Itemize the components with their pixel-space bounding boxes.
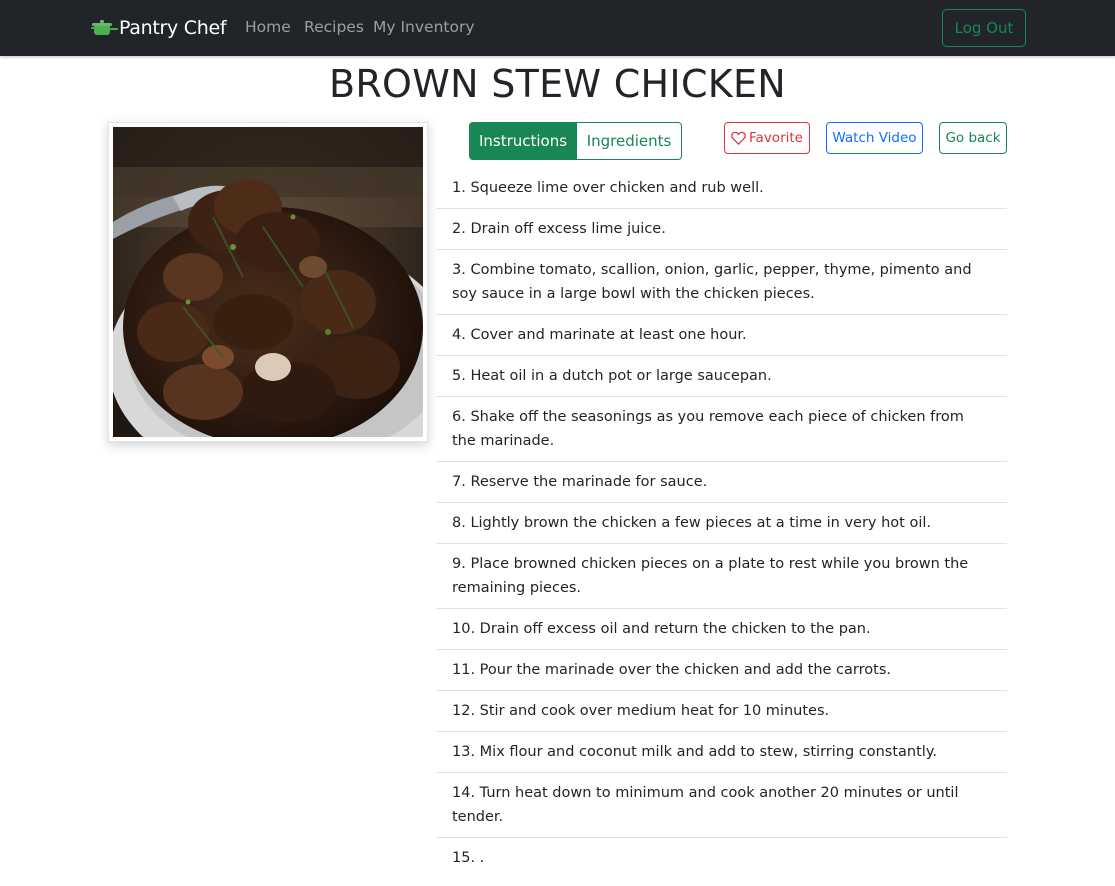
instruction-step: 7. Reserve the marinade for sauce.	[436, 462, 1007, 503]
view-toggle: Instructions Ingredients	[469, 122, 682, 160]
recipe-title: BROWN STEW CHICKEN	[328, 62, 787, 106]
instruction-step: 2. Drain off excess lime juice.	[436, 209, 1007, 250]
instruction-step: 5. Heat oil in a dutch pot or large sauc…	[436, 356, 1007, 397]
favorite-label: Favorite	[749, 130, 803, 146]
recipe-image-card	[108, 122, 428, 442]
nav-recipes[interactable]: Recipes	[304, 18, 364, 36]
go-back-button[interactable]: Go back	[939, 122, 1007, 154]
instruction-step: 13. Mix flour and coconut milk and add t…	[436, 732, 1007, 773]
heart-icon	[731, 131, 746, 145]
instruction-step: 14. Turn heat down to minimum and cook a…	[436, 773, 1007, 838]
instruction-step: 10. Drain off excess oil and return the …	[436, 609, 1007, 650]
instruction-step: 1. Squeeze lime over chicken and rub wel…	[436, 168, 1007, 209]
favorite-button[interactable]: Favorite	[724, 122, 810, 154]
instruction-step: 3. Combine tomato, scallion, onion, garl…	[436, 250, 1007, 315]
instruction-step: 15. .	[452, 850, 485, 866]
nav-my-inventory[interactable]: My Inventory	[373, 18, 475, 36]
instruction-step: 8. Lightly brown the chicken a few piece…	[436, 503, 1007, 544]
brand-name: Pantry Chef	[119, 17, 227, 39]
instructions-list: 1. Squeeze lime over chicken and rub wel…	[436, 168, 1007, 878]
tab-ingredients[interactable]: Ingredients	[577, 122, 682, 160]
watch-video-button[interactable]: Watch Video	[826, 122, 923, 154]
nav-home[interactable]: Home	[245, 18, 291, 36]
instruction-step: 6. Shake off the seasonings as you remov…	[436, 397, 1007, 462]
pot-icon	[91, 20, 118, 35]
instruction-step: 9. Place browned chicken pieces on a pla…	[436, 544, 1007, 609]
brand-link[interactable]: Pantry Chef	[91, 14, 227, 42]
tab-instructions[interactable]: Instructions	[469, 122, 577, 160]
recipe-photo	[113, 127, 423, 437]
instruction-step: 4. Cover and marinate at least one hour.	[436, 315, 1007, 356]
logout-button[interactable]: Log Out	[942, 9, 1026, 47]
instruction-step: 12. Stir and cook over medium heat for 1…	[436, 691, 1007, 732]
instruction-step: 11. Pour the marinade over the chicken a…	[436, 650, 1007, 691]
navbar: Pantry Chef Home Recipes My Inventory Lo…	[0, 0, 1115, 56]
